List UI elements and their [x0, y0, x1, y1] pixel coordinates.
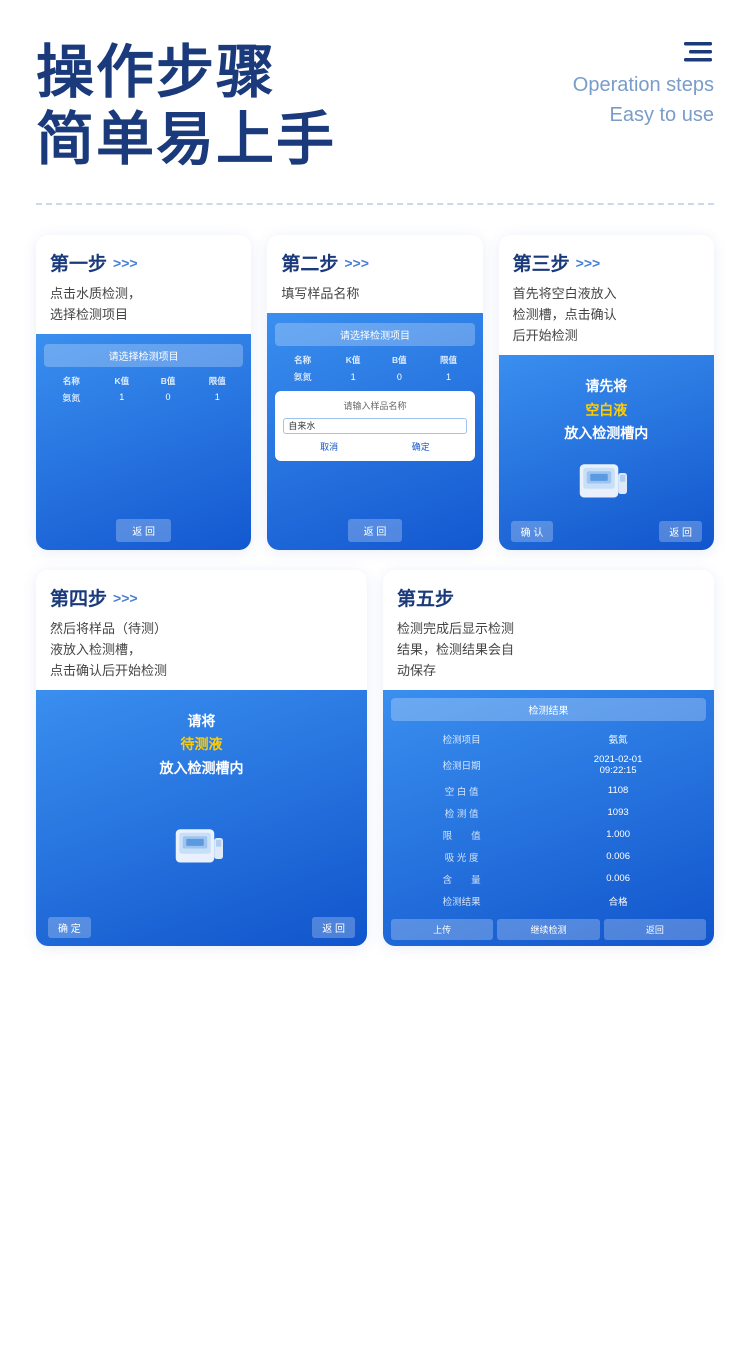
- result-row-7: 含 量 0.006: [393, 869, 704, 889]
- modal-confirm-btn[interactable]: 确定: [412, 440, 430, 453]
- device-icon-2: [167, 821, 237, 876]
- step1-desc: 点击水质检测， 选择检测项目: [50, 284, 237, 326]
- step5-title-row: 第五步: [397, 584, 700, 611]
- step4-prompt-post: 放入检测槽内: [160, 760, 244, 776]
- step-card-5: 第五步 检测完成后显示检测 结果，检测结果会自 动保存 检测结果 检测项目 氨氮…: [383, 570, 714, 945]
- step3-back-btn[interactable]: 返 回: [659, 521, 702, 542]
- step-card-2: 第二步 >>> 填写样品名称 请选择检测项目 名称 K值 B值 限值: [267, 235, 482, 550]
- step5-results-bar: 检测结果: [391, 698, 706, 721]
- section-divider: [36, 203, 714, 205]
- step1-header: 第一步 >>> 点击水质检测， 选择检测项目: [36, 235, 251, 334]
- result-row-1: 检测项目 氨氮: [393, 729, 704, 749]
- step3-desc: 首先将空白液放入 检测槽，点击确认 后开始检测: [513, 284, 700, 346]
- step5-footer: 上传 继续检测 返回: [391, 919, 706, 940]
- step5-header: 第五步 检测完成后显示检测 结果，检测结果会自 动保存: [383, 570, 714, 689]
- step3-title-row: 第三步 >>>: [513, 249, 700, 276]
- step3-confirm-btn[interactable]: 确 认: [511, 521, 554, 542]
- result-row-4: 检 测 值 1093: [393, 803, 704, 823]
- step1-screen: 请选择检测项目 名称 K值 B值 限值 氨氮 1: [36, 334, 251, 550]
- step5-continue-btn[interactable]: 继续检测: [497, 919, 599, 940]
- step4-title-row: 第四步 >>>: [50, 584, 353, 611]
- step4-screen: 请将 待测液 放入检测槽内 确 定 返 回: [36, 690, 367, 946]
- step4-arrow: >>>: [113, 590, 138, 606]
- step5-upload-btn[interactable]: 上传: [391, 919, 493, 940]
- step-card-3: 第三步 >>> 首先将空白液放入 检测槽，点击确认 后开始检测 请先将 空白液 …: [499, 235, 714, 550]
- step3-arrow: >>>: [576, 255, 601, 271]
- step5-screen: 检测结果 检测项目 氨氮 检测日期 2021-02-01 09:22:15 空 …: [383, 690, 714, 946]
- modal-input[interactable]: [283, 418, 466, 434]
- step-card-1: 第一步 >>> 点击水质检测， 选择检测项目 请选择检测项目 名称 K值 B值 …: [36, 235, 251, 550]
- step4-title: 第四步: [50, 584, 107, 611]
- modal-label: 请输入样品名称: [283, 399, 466, 412]
- steps-grid-bottom: 第四步 >>> 然后将样品（待测） 液放入检测槽， 点击确认后开始检测 请将 待…: [36, 570, 714, 945]
- step2-arrow: >>>: [344, 255, 369, 271]
- col-limit: 限值: [191, 373, 243, 389]
- col-k: K值: [99, 373, 145, 389]
- step4-device-image: [44, 785, 359, 913]
- step1-screen-bar: 请选择检测项目: [44, 344, 243, 367]
- steps-grid-top: 第一步 >>> 点击水质检测， 选择检测项目 请选择检测项目 名称 K值 B值 …: [36, 235, 714, 550]
- header: 操作步骤 简单易上手 Operation steps Easy to use: [36, 40, 714, 173]
- step5-back-btn[interactable]: 返回: [604, 919, 706, 940]
- step2-table: 名称 K值 B值 限值 氨氮 1 0 1: [275, 352, 474, 385]
- page-container: 操作步骤 简单易上手 Operation steps Easy to use 第…: [0, 0, 750, 1006]
- step3-device-image: [507, 450, 706, 517]
- step1-title: 第一步: [50, 249, 107, 276]
- step2-footer: 返 回: [275, 511, 474, 542]
- col-name: 名称: [44, 373, 99, 389]
- modal-cancel-btn[interactable]: 取消: [320, 440, 338, 453]
- step5-desc: 检测完成后显示检测 结果，检测结果会自 动保存: [397, 619, 700, 681]
- step2-screen: 请选择检测项目 名称 K值 B值 限值 氨氮 1: [267, 313, 482, 550]
- menu-icon[interactable]: [682, 40, 714, 75]
- step5-results-table: 检测项目 氨氮 检测日期 2021-02-01 09:22:15 空 白 值 1…: [391, 727, 706, 913]
- step1-arrow: >>>: [113, 255, 138, 271]
- result-row-6: 吸 光 度 0.006: [393, 847, 704, 867]
- table-row: 氨氮 1 0 1: [275, 368, 474, 385]
- modal-buttons: 取消 确定: [283, 440, 466, 453]
- step4-prompt-pre: 请将: [188, 713, 216, 729]
- step4-confirm-btn[interactable]: 确 定: [48, 917, 91, 938]
- step2-screen-bar: 请选择检测项目: [275, 323, 474, 346]
- step2-back-btn[interactable]: 返 回: [348, 519, 403, 542]
- step5-title: 第五步: [397, 584, 454, 611]
- step3-prompt-text: 请先将 空白液 放入检测槽内: [507, 365, 706, 450]
- step1-table: 名称 K值 B值 限值 氨氮 1 0 1: [44, 373, 243, 406]
- step3-header: 第三步 >>> 首先将空白液放入 检测槽，点击确认 后开始检测: [499, 235, 714, 354]
- col-b: B值: [145, 373, 191, 389]
- result-row-5: 限 值 1.000: [393, 825, 704, 845]
- step3-highlight: 空白液: [585, 402, 627, 418]
- step3-title: 第三步: [513, 249, 570, 276]
- step3-screen: 请先将 空白液 放入检测槽内 确 认: [499, 355, 714, 550]
- result-row-2: 检测日期 2021-02-01 09:22:15: [393, 751, 704, 779]
- step2-header: 第二步 >>> 填写样品名称: [267, 235, 482, 313]
- step4-prompt-text: 请将 待测液 放入检测槽内: [44, 700, 359, 785]
- step4-highlight: 待测液: [181, 736, 223, 752]
- device-icon: [571, 456, 641, 511]
- step2-desc: 填写样品名称: [281, 284, 468, 305]
- step2-modal: 请输入样品名称 取消 确定: [275, 391, 474, 461]
- step3-footer: 确 认 返 回: [507, 521, 706, 542]
- step1-back-btn[interactable]: 返 回: [116, 519, 171, 542]
- table-row: 氨氮 1 0 1: [44, 389, 243, 406]
- step4-desc: 然后将样品（待测） 液放入检测槽， 点击确认后开始检测: [50, 619, 353, 681]
- title-english: Operation steps Easy to use: [573, 70, 714, 130]
- step1-footer: 返 回: [44, 511, 243, 542]
- step4-back-btn[interactable]: 返 回: [312, 917, 355, 938]
- step4-header: 第四步 >>> 然后将样品（待测） 液放入检测槽， 点击确认后开始检测: [36, 570, 367, 689]
- step-card-4: 第四步 >>> 然后将样品（待测） 液放入检测槽， 点击确认后开始检测 请将 待…: [36, 570, 367, 945]
- step4-footer: 确 定 返 回: [44, 917, 359, 938]
- step2-title-row: 第二步 >>>: [281, 249, 468, 276]
- step3-prompt-post: 放入检测槽内: [564, 425, 648, 441]
- result-row-8: 检测结果 合格: [393, 891, 704, 911]
- step2-title: 第二步: [281, 249, 338, 276]
- step3-prompt-pre: 请先将: [585, 378, 627, 394]
- result-row-3: 空 白 值 1108: [393, 781, 704, 801]
- step1-title-row: 第一步 >>>: [50, 249, 237, 276]
